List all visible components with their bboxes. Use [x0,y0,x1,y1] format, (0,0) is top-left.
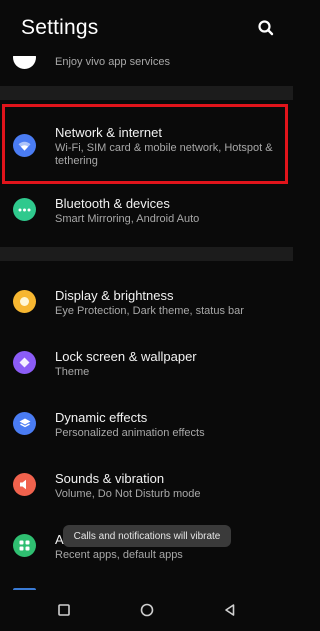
recents-square-icon[interactable] [56,602,72,618]
layers-icon [13,412,36,435]
item-subtitle: Wi-Fi, SIM card & mobile network, Hotspo… [55,142,273,167]
palette-icon [13,351,36,374]
item-subtitle: Eye Protection, Dark theme, status bar [55,305,244,317]
item-subtitle: Recent apps, default apps [55,549,183,561]
item-title: Sounds & vibration [55,471,165,486]
item-title: Bluetooth & devices [55,196,170,211]
back-triangle-icon[interactable] [222,602,238,618]
item-title: Display & brightness [55,288,174,303]
settings-item-lockscreen[interactable]: Lock screen & wallpaper Theme [0,341,293,387]
search-icon[interactable] [255,17,277,39]
settings-item-bluetooth[interactable]: Bluetooth & devices Smart Mirroring, And… [0,188,293,234]
item-subtitle: Smart Mirroring, Android Auto [55,213,200,225]
settings-item-sounds[interactable]: Sounds & vibration Volume, Do Not Distur… [0,463,293,509]
wifi-icon [13,134,36,157]
settings-item-display[interactable]: Display & brightness Eye Protection, Dar… [0,280,293,326]
item-subtitle: Volume, Do Not Disturb mode [55,488,201,500]
item-title: Dynamic effects [55,410,148,425]
sun-icon [13,290,36,313]
apps-grid-icon [13,534,36,557]
bluetooth-icon [13,198,36,221]
item-title: Network & internet [55,125,162,140]
item-subtitle: Personalized animation effects [55,427,205,439]
page-title: Settings [21,16,99,39]
section-divider [0,247,293,261]
system-nav-bar [0,590,293,631]
settings-item-network[interactable]: Network & internet Wi-Fi, SIM card & mob… [0,106,293,182]
item-title: Lock screen & wallpaper [55,349,197,364]
toast-message: Calls and notifications will vibrate [63,525,231,547]
item-subtitle: Enjoy vivo app services [55,56,170,68]
app-header: Settings [0,0,293,56]
section-divider [0,86,293,100]
item-subtitle: Theme [55,366,90,378]
home-circle-icon[interactable] [139,602,155,618]
speaker-icon [13,473,36,496]
settings-item-dynamic-effects[interactable]: Dynamic effects Personalized animation e… [0,402,293,448]
